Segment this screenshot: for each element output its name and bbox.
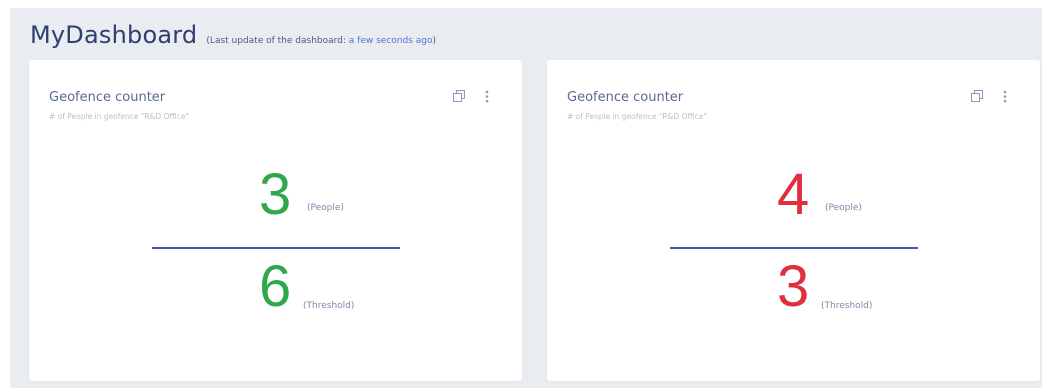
geofence-counter-card: Geofence counter # of People in geofence… — [547, 60, 1040, 381]
people-count: 4 — [777, 162, 810, 227]
divider — [152, 247, 400, 249]
last-update-text: (Last update of the dashboard: a few sec… — [206, 36, 436, 46]
dashboard-header: MyDashboard (Last update of the dashboar… — [30, 21, 436, 49]
threshold-unit-label: (Threshold) — [303, 301, 355, 311]
people-count: 3 — [259, 162, 292, 227]
people-unit-label: (People) — [307, 203, 344, 213]
card-subtitle: # of People in geofence "R&D Office" — [49, 112, 189, 121]
card-title: Geofence counter — [49, 90, 166, 105]
copy-icon[interactable] — [970, 89, 984, 103]
more-vertical-icon[interactable] — [998, 89, 1012, 103]
last-update-suffix: ) — [432, 36, 436, 46]
threshold-count: 6 — [259, 254, 292, 319]
threshold-unit-label: (Threshold) — [821, 301, 873, 311]
more-vertical-icon[interactable] — [480, 89, 494, 103]
copy-icon[interactable] — [452, 89, 466, 103]
dashboard: MyDashboard (Last update of the dashboar… — [10, 8, 1042, 388]
geofence-counter-card: Geofence counter # of People in geofence… — [29, 60, 522, 381]
card-subtitle: # of People in geofence "R&D Office" — [567, 112, 707, 121]
divider — [670, 247, 918, 249]
page-title: MyDashboard — [30, 21, 198, 49]
card-title: Geofence counter — [567, 90, 684, 105]
people-unit-label: (People) — [825, 203, 862, 213]
threshold-count: 3 — [777, 254, 810, 319]
last-update-prefix: (Last update of the dashboard: — [206, 36, 349, 46]
last-update-link[interactable]: a few seconds ago — [349, 36, 433, 46]
